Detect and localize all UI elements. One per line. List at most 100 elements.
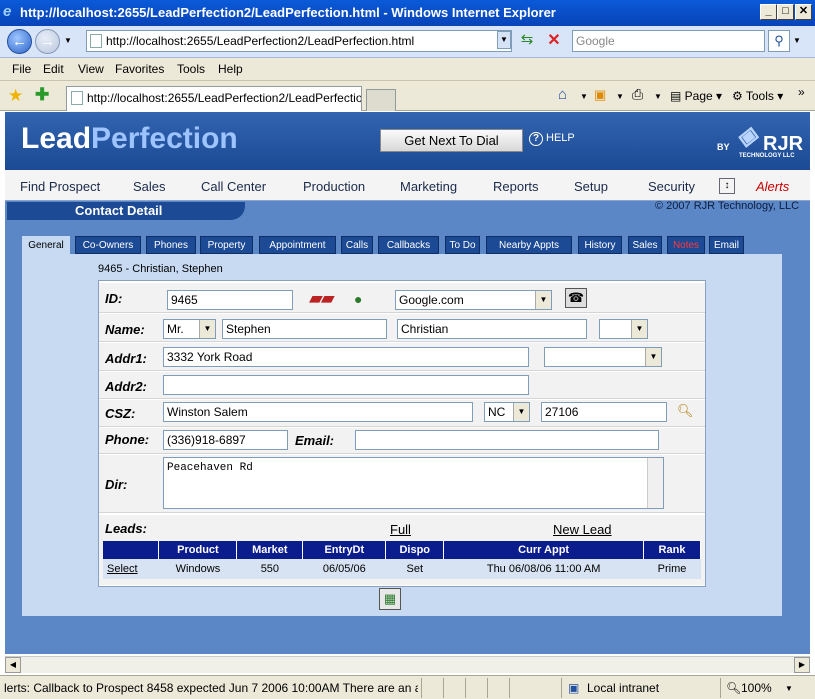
nav-setup[interactable]: Setup [574, 179, 608, 194]
addr1-row: Addr1: 3332 York Road ▼ [99, 343, 705, 371]
menu-edit[interactable]: Edit [43, 62, 64, 76]
nav-sales[interactable]: Sales [133, 179, 166, 194]
menu-file[interactable]: File [12, 62, 31, 76]
city-field[interactable]: Winston Salem [163, 402, 473, 422]
print-icon[interactable]: ⎙ [632, 86, 643, 103]
zip-field[interactable]: 27106 [541, 402, 667, 422]
tools-menu[interactable]: ⚙ Tools ▾ [732, 89, 783, 103]
addr2-label: Addr2: [105, 379, 147, 394]
print-dropdown[interactable]: ▼ [654, 92, 662, 101]
home-icon[interactable]: ⌂ [558, 86, 567, 103]
browser-tab[interactable]: http://localhost:2655/LeadPerfection2/Le… [66, 86, 362, 111]
menu-favorites[interactable]: Favorites [115, 62, 164, 76]
chevron-right-icon[interactable]: » [798, 85, 805, 99]
email-field[interactable] [355, 430, 659, 450]
new-lead-link[interactable]: New Lead [553, 522, 612, 537]
zoom-level[interactable]: 100% [741, 681, 772, 695]
tab-appointment[interactable]: Appointment [259, 236, 336, 254]
last-name-field[interactable]: Christian [397, 319, 587, 339]
directions-scrollbar[interactable] [647, 458, 663, 508]
suffix-select[interactable]: ▼ [599, 319, 648, 339]
stop-icon[interactable]: ✕ [543, 30, 565, 52]
home-dropdown[interactable]: ▼ [580, 92, 588, 101]
minimize-button[interactable]: _ [760, 4, 777, 20]
address-dropdown[interactable]: ▼ [497, 31, 511, 49]
tab-calls[interactable]: Calls [341, 236, 373, 254]
address-field[interactable]: http://localhost:2655/LeadPerfection2/Le… [86, 30, 512, 52]
directions-field[interactable]: Peacehaven Rd [163, 457, 664, 509]
get-next-to-dial-button[interactable]: Get Next To Dial [380, 129, 523, 152]
product-cell: Windows [158, 559, 237, 579]
page-menu[interactable]: ▤ Page ▾ [670, 89, 722, 103]
menu-view[interactable]: View [78, 62, 104, 76]
feeds-icon[interactable]: ▣ [594, 87, 606, 103]
flag-icon[interactable]: ▰▰ [309, 288, 335, 309]
phone-dial-icon[interactable]: ☎ [565, 288, 587, 308]
tab-callbacks[interactable]: Callbacks [378, 236, 439, 254]
rank-cell: Prime [643, 559, 701, 579]
tab-property[interactable]: Property [200, 236, 253, 254]
main-nav: Find Prospect Sales Call Center Producti… [5, 170, 810, 201]
state-select[interactable]: NC ▼ [484, 402, 530, 422]
zip-lookup-icon[interactable]: 🔍︎ [677, 403, 694, 419]
nav-reports[interactable]: Reports [493, 179, 539, 194]
tab-co-owners[interactable]: Co-Owners [75, 236, 141, 254]
refresh-icon[interactable]: ⇆ [516, 30, 538, 52]
select-link[interactable]: Select [103, 559, 159, 579]
recent-pages-dropdown[interactable]: ▼ [64, 36, 72, 45]
menu-tools[interactable]: Tools [177, 62, 205, 76]
search-engine-select[interactable]: Google.com ▼ [395, 290, 552, 310]
tab-to-do[interactable]: To Do [445, 236, 480, 254]
chevron-down-icon: ▼ [513, 403, 529, 421]
status-bar: lerts: Callback to Prospect 8458 expecte… [0, 675, 815, 699]
scroll-right-button[interactable]: ▶ [794, 657, 810, 673]
calculator-icon[interactable]: ▦ [379, 588, 401, 610]
addr1-field[interactable]: 3332 York Road [163, 347, 529, 367]
close-window-button[interactable]: ✕ [795, 4, 812, 20]
scroll-left-button[interactable]: ◀ [5, 657, 21, 673]
tab-email[interactable]: Email [709, 236, 744, 254]
feeds-dropdown[interactable]: ▼ [616, 92, 624, 101]
resize-icon[interactable]: ↕ [719, 178, 735, 194]
search-icon[interactable]: ⚲ [768, 30, 790, 52]
new-tab-button[interactable] [366, 89, 396, 111]
menu-help[interactable]: Help [218, 62, 243, 76]
tab-general[interactable]: General [22, 236, 70, 254]
column-header: Market [236, 541, 304, 559]
tab-phones[interactable]: Phones [146, 236, 196, 254]
add-favorite-icon[interactable]: ✚ [35, 85, 49, 105]
phone-row: Phone: (336)918-6897 Email: [99, 428, 705, 454]
addr2-row: Addr2: [99, 372, 705, 399]
addr1-type-select[interactable]: ▼ [544, 347, 662, 367]
phone-field[interactable]: (336)918-6897 [163, 430, 288, 450]
id-field[interactable]: 9465 [167, 290, 293, 310]
directions-label: Dir: [105, 477, 128, 492]
forward-button[interactable]: → [35, 29, 60, 54]
nav-marketing[interactable]: Marketing [400, 179, 457, 194]
nav-alerts[interactable]: Alerts [756, 179, 789, 194]
globe-icon[interactable]: ● [354, 291, 362, 307]
nav-security[interactable]: Security [648, 179, 695, 194]
zoom-dropdown[interactable]: ▼ [785, 684, 793, 693]
column-header: Rank [643, 541, 701, 559]
back-button[interactable]: ← [7, 29, 32, 54]
horizontal-scrollbar[interactable]: ◀ ▶ [5, 656, 810, 673]
tab-nearby-appts[interactable]: Nearby Appts [486, 236, 572, 254]
nav-production[interactable]: Production [303, 179, 365, 194]
help-link[interactable]: ? HELP [529, 132, 575, 146]
addr1-label: Addr1: [105, 351, 147, 366]
addr2-field[interactable] [163, 375, 529, 395]
nav-find-prospect[interactable]: Find Prospect [20, 179, 100, 194]
nav-call-center[interactable]: Call Center [201, 179, 266, 194]
tab-history[interactable]: History [578, 236, 622, 254]
full-link[interactable]: Full [390, 522, 411, 537]
prefix-select[interactable]: Mr. ▼ [163, 319, 216, 339]
maximize-button[interactable]: □ [777, 4, 794, 20]
search-options-dropdown[interactable]: ▼ [793, 36, 801, 45]
column-header: EntryDt [302, 541, 387, 559]
tab-sales[interactable]: Sales [628, 236, 662, 254]
search-input[interactable]: Google [572, 30, 765, 52]
favorites-star-icon[interactable]: ★ [8, 86, 23, 106]
tab-notes[interactable]: Notes [667, 236, 705, 254]
first-name-field[interactable]: Stephen [222, 319, 387, 339]
